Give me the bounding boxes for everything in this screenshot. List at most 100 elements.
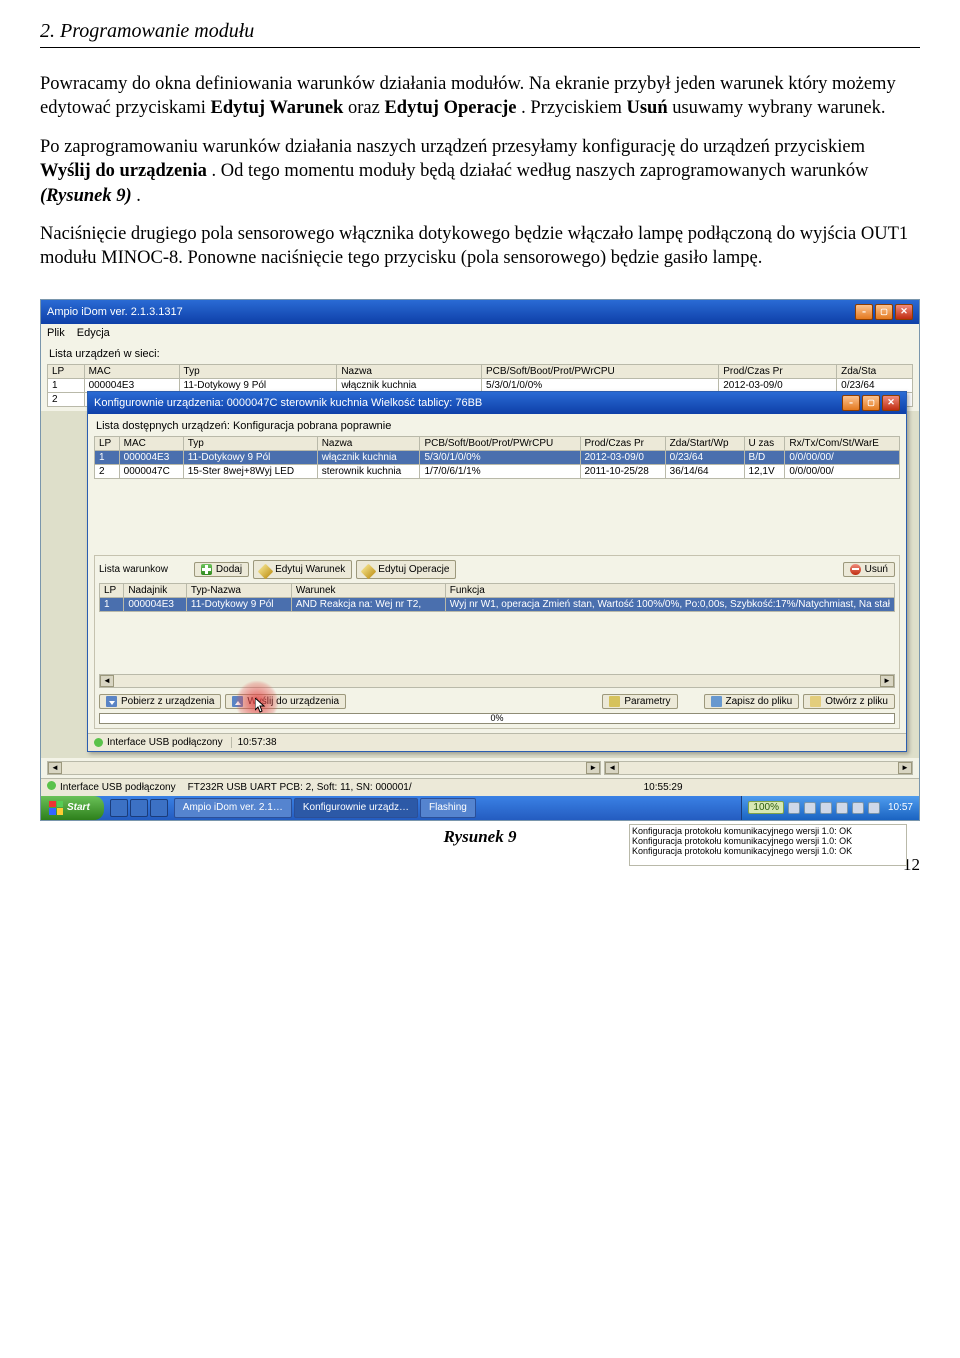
log-line: Konfiguracja protokołu komunikacyjnego w… (632, 836, 904, 846)
log-area[interactable]: Konfiguracja protokołu komunikacyjnego w… (629, 824, 907, 866)
save-icon (711, 696, 722, 707)
p2-i1: (Rysunek 9) (40, 186, 132, 206)
edit-condition-button[interactable]: Edytuj Warunek (253, 560, 352, 579)
outer-titlebar[interactable]: Ampio iDom ver. 2.1.3.1317 (41, 300, 919, 324)
outer-scrollbar-left[interactable]: ◄ ► (47, 761, 601, 775)
table-header-row: LP MAC Typ Nazwa PCB/Soft/Boot/Prot/PWrC… (95, 436, 900, 450)
windows-logo-icon (49, 801, 63, 815)
pencil-icon (361, 564, 377, 580)
quicklaunch-icon[interactable] (150, 799, 168, 817)
table-row[interactable]: 2 0000047C 15-Ster 8wej+8Wyj LED sterown… (95, 464, 900, 478)
download-from-device-button[interactable]: Pobierz z urządzenia (99, 694, 221, 709)
quicklaunch-icon[interactable] (130, 799, 148, 817)
quicklaunch-icon[interactable] (110, 799, 128, 817)
open-from-file-button[interactable]: Otwórz z pliku (803, 694, 895, 709)
tray-icon[interactable] (788, 802, 800, 814)
th-lp[interactable]: LP (48, 364, 85, 378)
th-nazwa[interactable]: Nazwa (337, 364, 482, 378)
scroll-left-icon[interactable]: ◄ (48, 762, 62, 774)
add-button[interactable]: Dodaj (194, 562, 249, 577)
plus-icon (201, 564, 212, 575)
th-pcb[interactable]: PCB/Soft/Boot/Prot/PWrCPU (482, 364, 719, 378)
taskbar: Start Ampio iDom ver. 2.1… Konfigurownie… (41, 796, 919, 820)
dialog-statusbar: Interface USB podłączony 10:57:38 (88, 733, 906, 751)
th-prod[interactable]: Prod/Czas Pr (719, 364, 837, 378)
dialog-close-button[interactable] (882, 395, 900, 411)
tray-icon[interactable] (868, 802, 880, 814)
outer-list-label: Lista urządzeń w sieci: (49, 348, 913, 360)
outer-status-usb: Interface USB podłączony (60, 782, 176, 793)
th-typ[interactable]: Typ (179, 364, 337, 378)
minimize-button[interactable] (855, 304, 873, 320)
outer-status-time: 10:55:29 (644, 782, 683, 793)
outer-scrollbar-right[interactable]: ◄ ► (604, 761, 913, 775)
table-header-row: LP Nadajnik Typ-Nazwa Warunek Funkcja (100, 583, 895, 597)
parameters-button[interactable]: Parametry (602, 694, 677, 709)
scroll-right-icon[interactable]: ► (880, 675, 894, 687)
start-button[interactable]: Start (41, 796, 104, 820)
conditions-scrollbar[interactable]: ◄ ► (99, 674, 895, 688)
conditions-table[interactable]: LP Nadajnik Typ-Nazwa Warunek Funkcja 1 … (99, 583, 895, 612)
menubar: Plik Edycja (41, 324, 919, 342)
p2a: Po zaprogramowaniu warunków działania na… (40, 137, 865, 157)
dialog-maximize-button[interactable] (862, 395, 880, 411)
tray-icon[interactable] (804, 802, 816, 814)
table-row[interactable]: 1 000004E3 11-Dotykowy 9 Pól włącznik ku… (95, 450, 900, 464)
send-to-device-button[interactable]: Wyślij do urządzenia (225, 694, 346, 709)
close-button[interactable] (895, 304, 913, 320)
outer-window-controls (855, 304, 913, 320)
quicklaunch (106, 799, 172, 817)
tray-icon[interactable] (820, 802, 832, 814)
p1-b3: Usuń (626, 98, 667, 118)
p2d: . (136, 186, 141, 206)
section-header: 2. Programowanie modułu (40, 20, 920, 48)
scroll-right-icon[interactable]: ► (586, 762, 600, 774)
edit-operations-button[interactable]: Edytuj Operacje (356, 560, 456, 579)
scroll-left-icon[interactable]: ◄ (100, 675, 114, 687)
th-zda[interactable]: Zda/Sta (837, 364, 913, 378)
delete-icon (850, 564, 861, 575)
p1-b1: Edytuj Warunek (211, 98, 344, 118)
save-to-file-button[interactable]: Zapisz do pliku (704, 694, 800, 709)
th-mac[interactable]: MAC (84, 364, 179, 378)
figure-9: Ampio iDom ver. 2.1.3.1317 Plik Edycja L… (40, 299, 920, 847)
dialog-titlebar[interactable]: Konfigurownie urządzenia: 0000047C stero… (88, 392, 906, 414)
conditions-region: Lista warunkow Dodaj Edytuj Warunek Edyt… (94, 555, 900, 729)
delete-button[interactable]: Usuń (843, 562, 895, 577)
tray-clock[interactable]: 10:57 (888, 802, 913, 813)
outer-statusbar: Interface USB podłączony FT232R USB UART… (41, 778, 919, 796)
outer-status-ft: FT232R USB UART PCB: 2, Soft: 11, SN: 00… (188, 782, 412, 793)
pencil-icon (258, 564, 274, 580)
dialog-list-label: Lista dostępnych urządzeń: Konfiguracja … (96, 420, 900, 432)
dialog-window-controls (842, 395, 900, 411)
open-icon (810, 696, 821, 707)
menu-edycja[interactable]: Edycja (77, 327, 110, 339)
p1mid: oraz (348, 98, 384, 118)
p2c: . Od tego momentu moduły będą działać we… (211, 161, 868, 181)
p2-b1: Wyślij do urządzenia (40, 161, 207, 181)
table-header-row: LP MAC Typ Nazwa PCB/Soft/Boot/Prot/PWrC… (48, 364, 913, 378)
system-tray: 100% 10:57 (741, 796, 919, 820)
screenshot: Ampio iDom ver. 2.1.3.1317 Plik Edycja L… (40, 299, 920, 821)
dialog-minimize-button[interactable] (842, 395, 860, 411)
table-row[interactable]: 1 000004E3 11-Dotykowy 9 Pól AND Reakcja… (100, 597, 895, 611)
taskbar-item[interactable]: Flashing (420, 798, 476, 818)
taskbar-item[interactable]: Konfigurownie urządz… (294, 798, 418, 818)
download-icon (106, 696, 117, 707)
start-label: Start (67, 802, 90, 813)
tray-percent[interactable]: 100% (748, 801, 784, 814)
maximize-button[interactable] (875, 304, 893, 320)
scroll-left-icon[interactable]: ◄ (605, 762, 619, 774)
tray-icon[interactable] (836, 802, 848, 814)
tray-icon[interactable] (852, 802, 864, 814)
scroll-right-icon[interactable]: ► (898, 762, 912, 774)
paragraph-3: Naciśnięcie drugiego pola sensorowego wł… (40, 222, 920, 271)
menu-plik[interactable]: Plik (47, 327, 65, 339)
conditions-label: Lista warunkow (99, 564, 168, 575)
dialog-device-table[interactable]: LP MAC Typ Nazwa PCB/Soft/Boot/Prot/PWrC… (94, 436, 900, 479)
dialog-status-time: 10:57:38 (231, 737, 277, 748)
status-led-icon (47, 781, 56, 790)
log-line: Konfiguracja protokołu komunikacyjnego w… (632, 846, 904, 856)
taskbar-item[interactable]: Ampio iDom ver. 2.1… (174, 798, 292, 818)
outer-title: Ampio iDom ver. 2.1.3.1317 (47, 306, 183, 318)
